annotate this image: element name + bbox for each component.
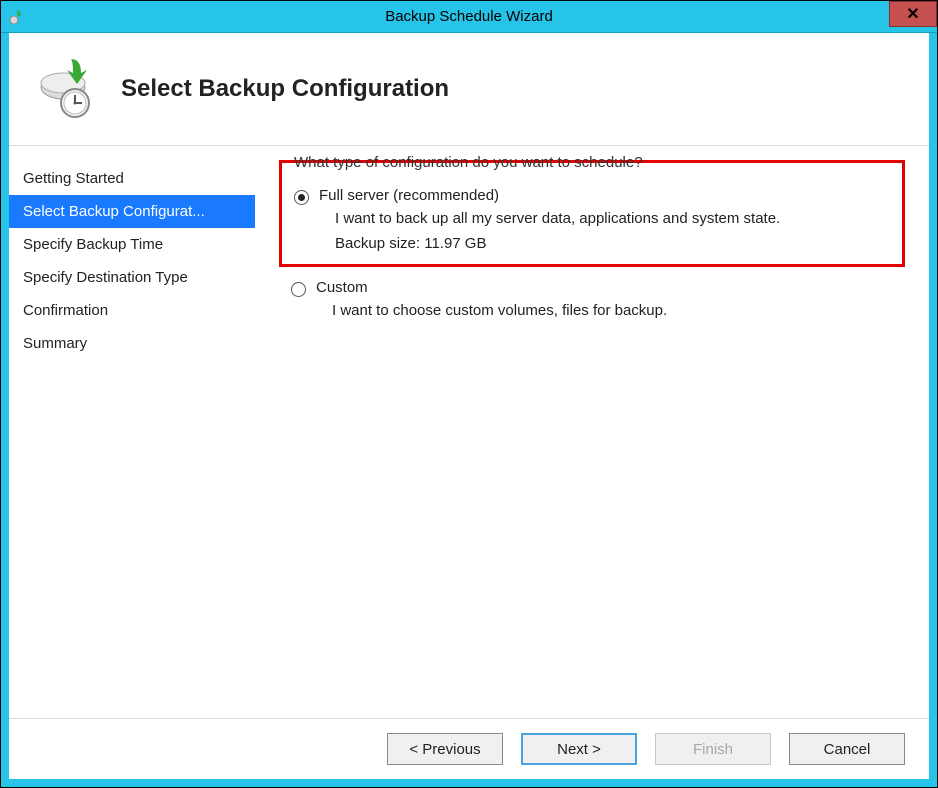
cancel-button[interactable]: Cancel xyxy=(789,733,905,765)
step-select-backup-configuration[interactable]: Select Backup Configurat... xyxy=(9,195,255,228)
step-getting-started[interactable]: Getting Started xyxy=(9,162,255,195)
wizard-header: Select Backup Configuration xyxy=(9,33,929,146)
option-full-title: Full server (recommended) xyxy=(319,187,890,204)
next-button[interactable]: Next > xyxy=(521,733,637,765)
step-confirmation[interactable]: Confirmation xyxy=(9,294,255,327)
config-question: What type of configuration do you want t… xyxy=(294,154,890,171)
radio-full-server[interactable] xyxy=(294,190,309,205)
finish-button: Finish xyxy=(655,733,771,765)
step-specify-backup-time[interactable]: Specify Backup Time xyxy=(9,228,255,261)
previous-button[interactable]: < Previous xyxy=(387,733,503,765)
wizard-steps-sidebar: Getting Started Select Backup Configurat… xyxy=(9,146,255,718)
page-heading: Select Backup Configuration xyxy=(121,75,449,103)
step-summary[interactable]: Summary xyxy=(9,327,255,360)
wizard-footer: < Previous Next > Finish Cancel xyxy=(9,718,929,779)
backup-clock-icon xyxy=(33,57,97,121)
step-specify-destination-type[interactable]: Specify Destination Type xyxy=(9,261,255,294)
option-full-size: Backup size: 11.97 GB xyxy=(335,235,890,252)
window-title: Backup Schedule Wizard xyxy=(1,8,937,25)
option-full-desc: I want to back up all my server data, ap… xyxy=(335,210,890,227)
highlighted-region: What type of configuration do you want t… xyxy=(279,160,905,267)
radio-custom[interactable] xyxy=(291,282,306,297)
option-full-server[interactable]: Full server (recommended) I want to back… xyxy=(282,185,902,254)
title-bar: Backup Schedule Wizard ✕ xyxy=(1,1,937,33)
option-custom[interactable]: Custom I want to choose custom volumes, … xyxy=(279,277,905,321)
option-custom-desc: I want to choose custom volumes, files f… xyxy=(332,302,893,319)
wizard-content: What type of configuration do you want t… xyxy=(255,146,929,718)
option-custom-title: Custom xyxy=(316,279,893,296)
